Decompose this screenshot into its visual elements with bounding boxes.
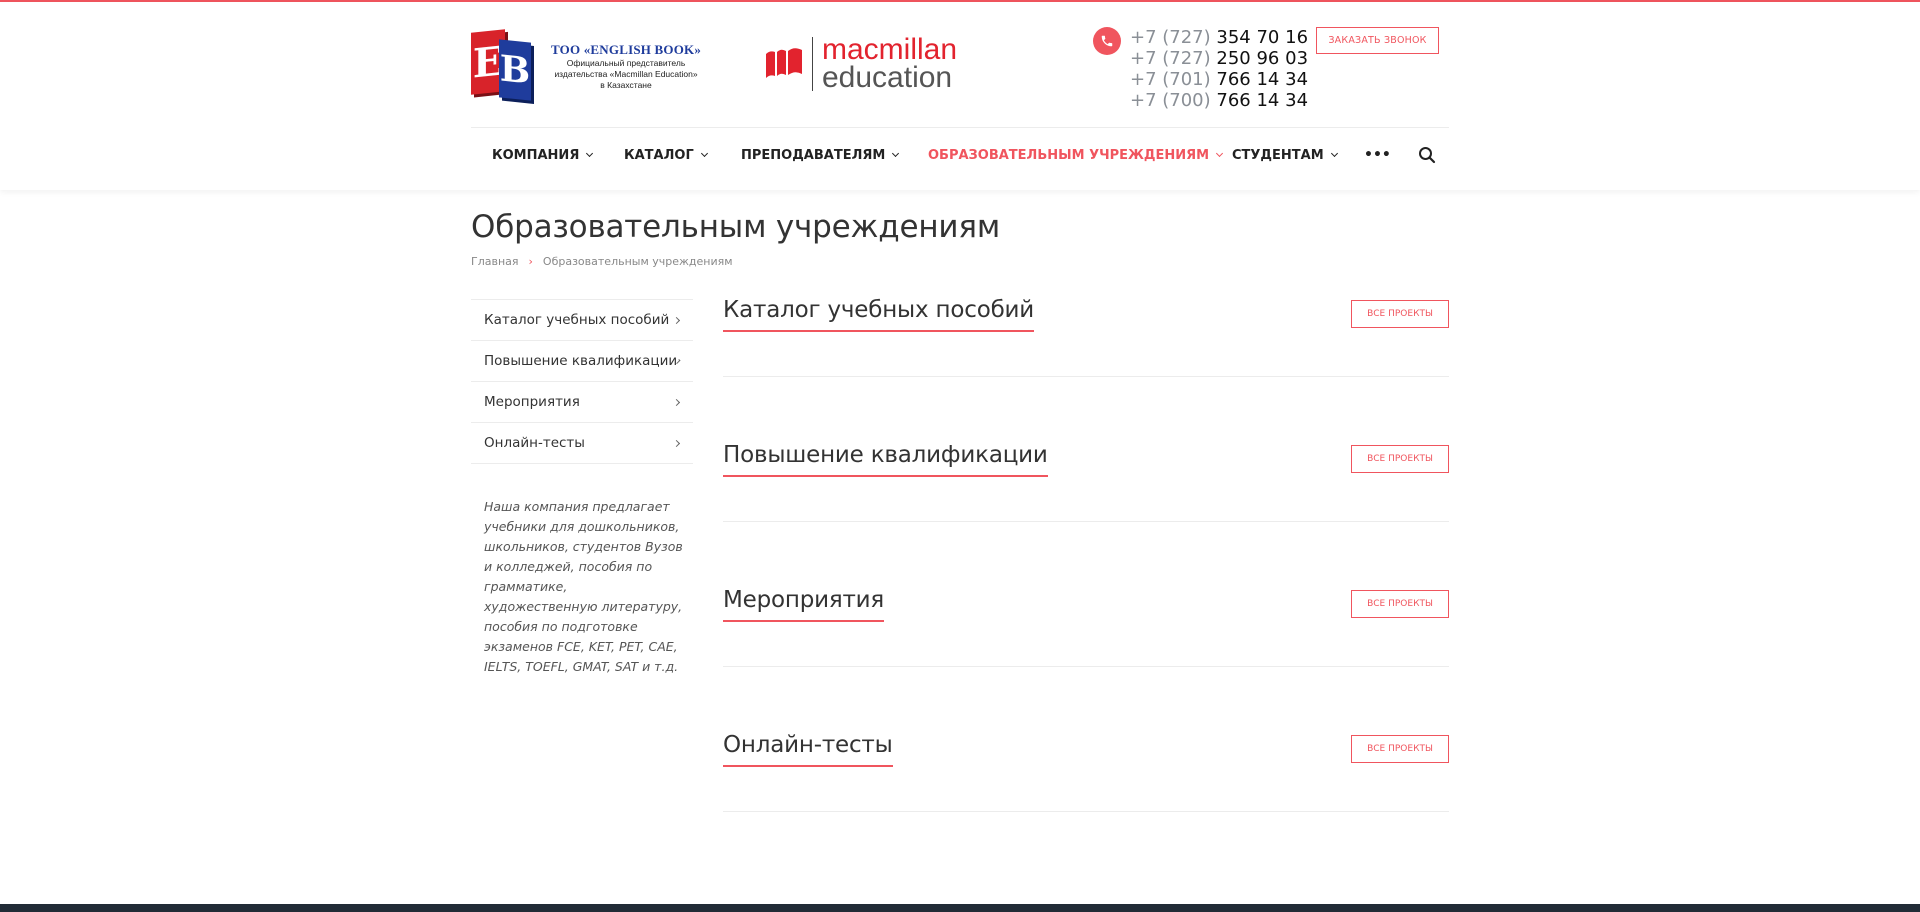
chevron-right-icon [672,439,681,447]
nav-item-students[interactable]: СТУДЕНТАМ [1232,130,1338,180]
section-divider [723,666,1449,667]
footer-bar [0,904,1920,912]
eb-logo-subtitle-2: издательства «Macmillan Education» [554,68,698,79]
all-projects-button[interactable]: ВСЕ ПРОЕКТЫ [1351,590,1449,618]
chevron-down-icon [1216,149,1224,157]
macmillan-wordmark: macmillan education [822,33,958,94]
macmillan-word: macmillan [822,33,958,66]
section-catalog: Каталог учебных пособий ВСЕ ПРОЕКТЫ [723,297,1449,397]
nav-item-institutions[interactable]: ОБРАЗОВАТЕЛЬНЫМ УЧРЕЖДЕНИЯМ [928,130,1224,180]
sidebar-item-catalog[interactable]: Каталог учебных пособий [471,300,693,341]
section-divider [723,811,1449,812]
phone-list: +7 (727) 354 70 16 +7 (727) 250 96 03 +7… [1130,27,1310,111]
chevron-down-icon [586,149,594,157]
macmillan-education-logo[interactable]: macmillan education [764,33,974,94]
phone-number-1[interactable]: +7 (727) 354 70 16 [1130,27,1310,48]
chevron-right-icon [672,316,681,324]
section-title: Повышение квалификации [723,442,1048,477]
sidebar-menu: Каталог учебных пособий Повышение квалиф… [471,299,693,464]
nav-item-teachers[interactable]: ПРЕПОДАВАТЕЛЯМ [741,130,900,180]
all-projects-button[interactable]: ВСЕ ПРОЕКТЫ [1351,445,1449,473]
breadcrumb-home-link[interactable]: Главная [471,255,519,268]
chevron-down-icon [700,149,708,157]
chevron-down-icon [892,149,900,157]
macmillan-divider [812,37,813,91]
page-title: Образовательным учреждениям [471,209,1001,245]
eb-logo-subtitle-1: Официальный представитель [566,57,686,68]
phone-number-3[interactable]: +7 (701) 766 14 34 [1130,69,1310,90]
breadcrumb-current: Образовательным учреждениям [542,255,733,268]
sidebar-item-events[interactable]: Мероприятия [471,382,693,423]
sidebar-item-qualification[interactable]: Повышение квалификации [471,341,693,382]
breadcrumb-separator-icon: › [528,255,533,268]
section-qualification: Повышение квалификации ВСЕ ПРОЕКТЫ [723,442,1449,542]
education-word: education [822,61,953,94]
section-events: Мероприятия ВСЕ ПРОЕКТЫ [723,587,1449,687]
order-callback-button[interactable]: ЗАКАЗАТЬ ЗВОНОК [1316,27,1439,54]
section-online-tests: Онлайн-тесты ВСЕ ПРОЕКТЫ [723,732,1449,832]
eb-logo-text: ТОО «ENGLISH BOOK» Официальный представи… [543,42,709,91]
breadcrumb: Главная › Образовательным учреждениям [471,255,733,268]
section-divider [723,521,1449,522]
chevron-down-icon [1330,149,1338,157]
nav-item-catalog[interactable]: КАТАЛОГ [624,130,708,180]
section-title: Мероприятия [723,587,884,622]
english-book-logo[interactable]: E B ТОО «ENGLISH BOOK» Официальный предс… [471,29,711,102]
macmillan-m-icon [766,48,802,78]
nav-more-button[interactable]: ••• [1364,130,1391,180]
eb-logo-subtitle-3: в Казахстане [600,79,652,90]
eb-logo-title: ТОО «ENGLISH BOOK» [550,41,702,57]
all-projects-button[interactable]: ВСЕ ПРОЕКТЫ [1351,300,1449,328]
phone-icon [1093,27,1121,55]
phone-number-2[interactable]: +7 (727) 250 96 03 [1130,48,1310,69]
eb-letter-b: B [499,39,531,101]
search-icon[interactable] [1418,146,1436,164]
eb-logo-mark: E B [471,29,535,101]
nav-item-company[interactable]: КОМПАНИЯ [492,130,594,180]
sidebar-description: Наша компания предлагает учебники для до… [484,499,683,674]
phone-number-4[interactable]: +7 (700) 766 14 34 [1130,90,1310,111]
section-title: Каталог учебных пособий [723,297,1034,332]
nav-divider [471,127,1449,128]
chevron-right-icon [672,398,681,406]
main-nav: КОМПАНИЯ КАТАЛОГ ПРЕПОДАВАТЕЛЯМ ОБРАЗОВА… [471,130,1449,180]
section-title: Онлайн-тесты [723,732,893,767]
all-projects-button[interactable]: ВСЕ ПРОЕКТЫ [1351,735,1449,763]
sidebar-item-online-tests[interactable]: Онлайн-тесты [471,423,693,464]
section-divider [723,376,1449,377]
